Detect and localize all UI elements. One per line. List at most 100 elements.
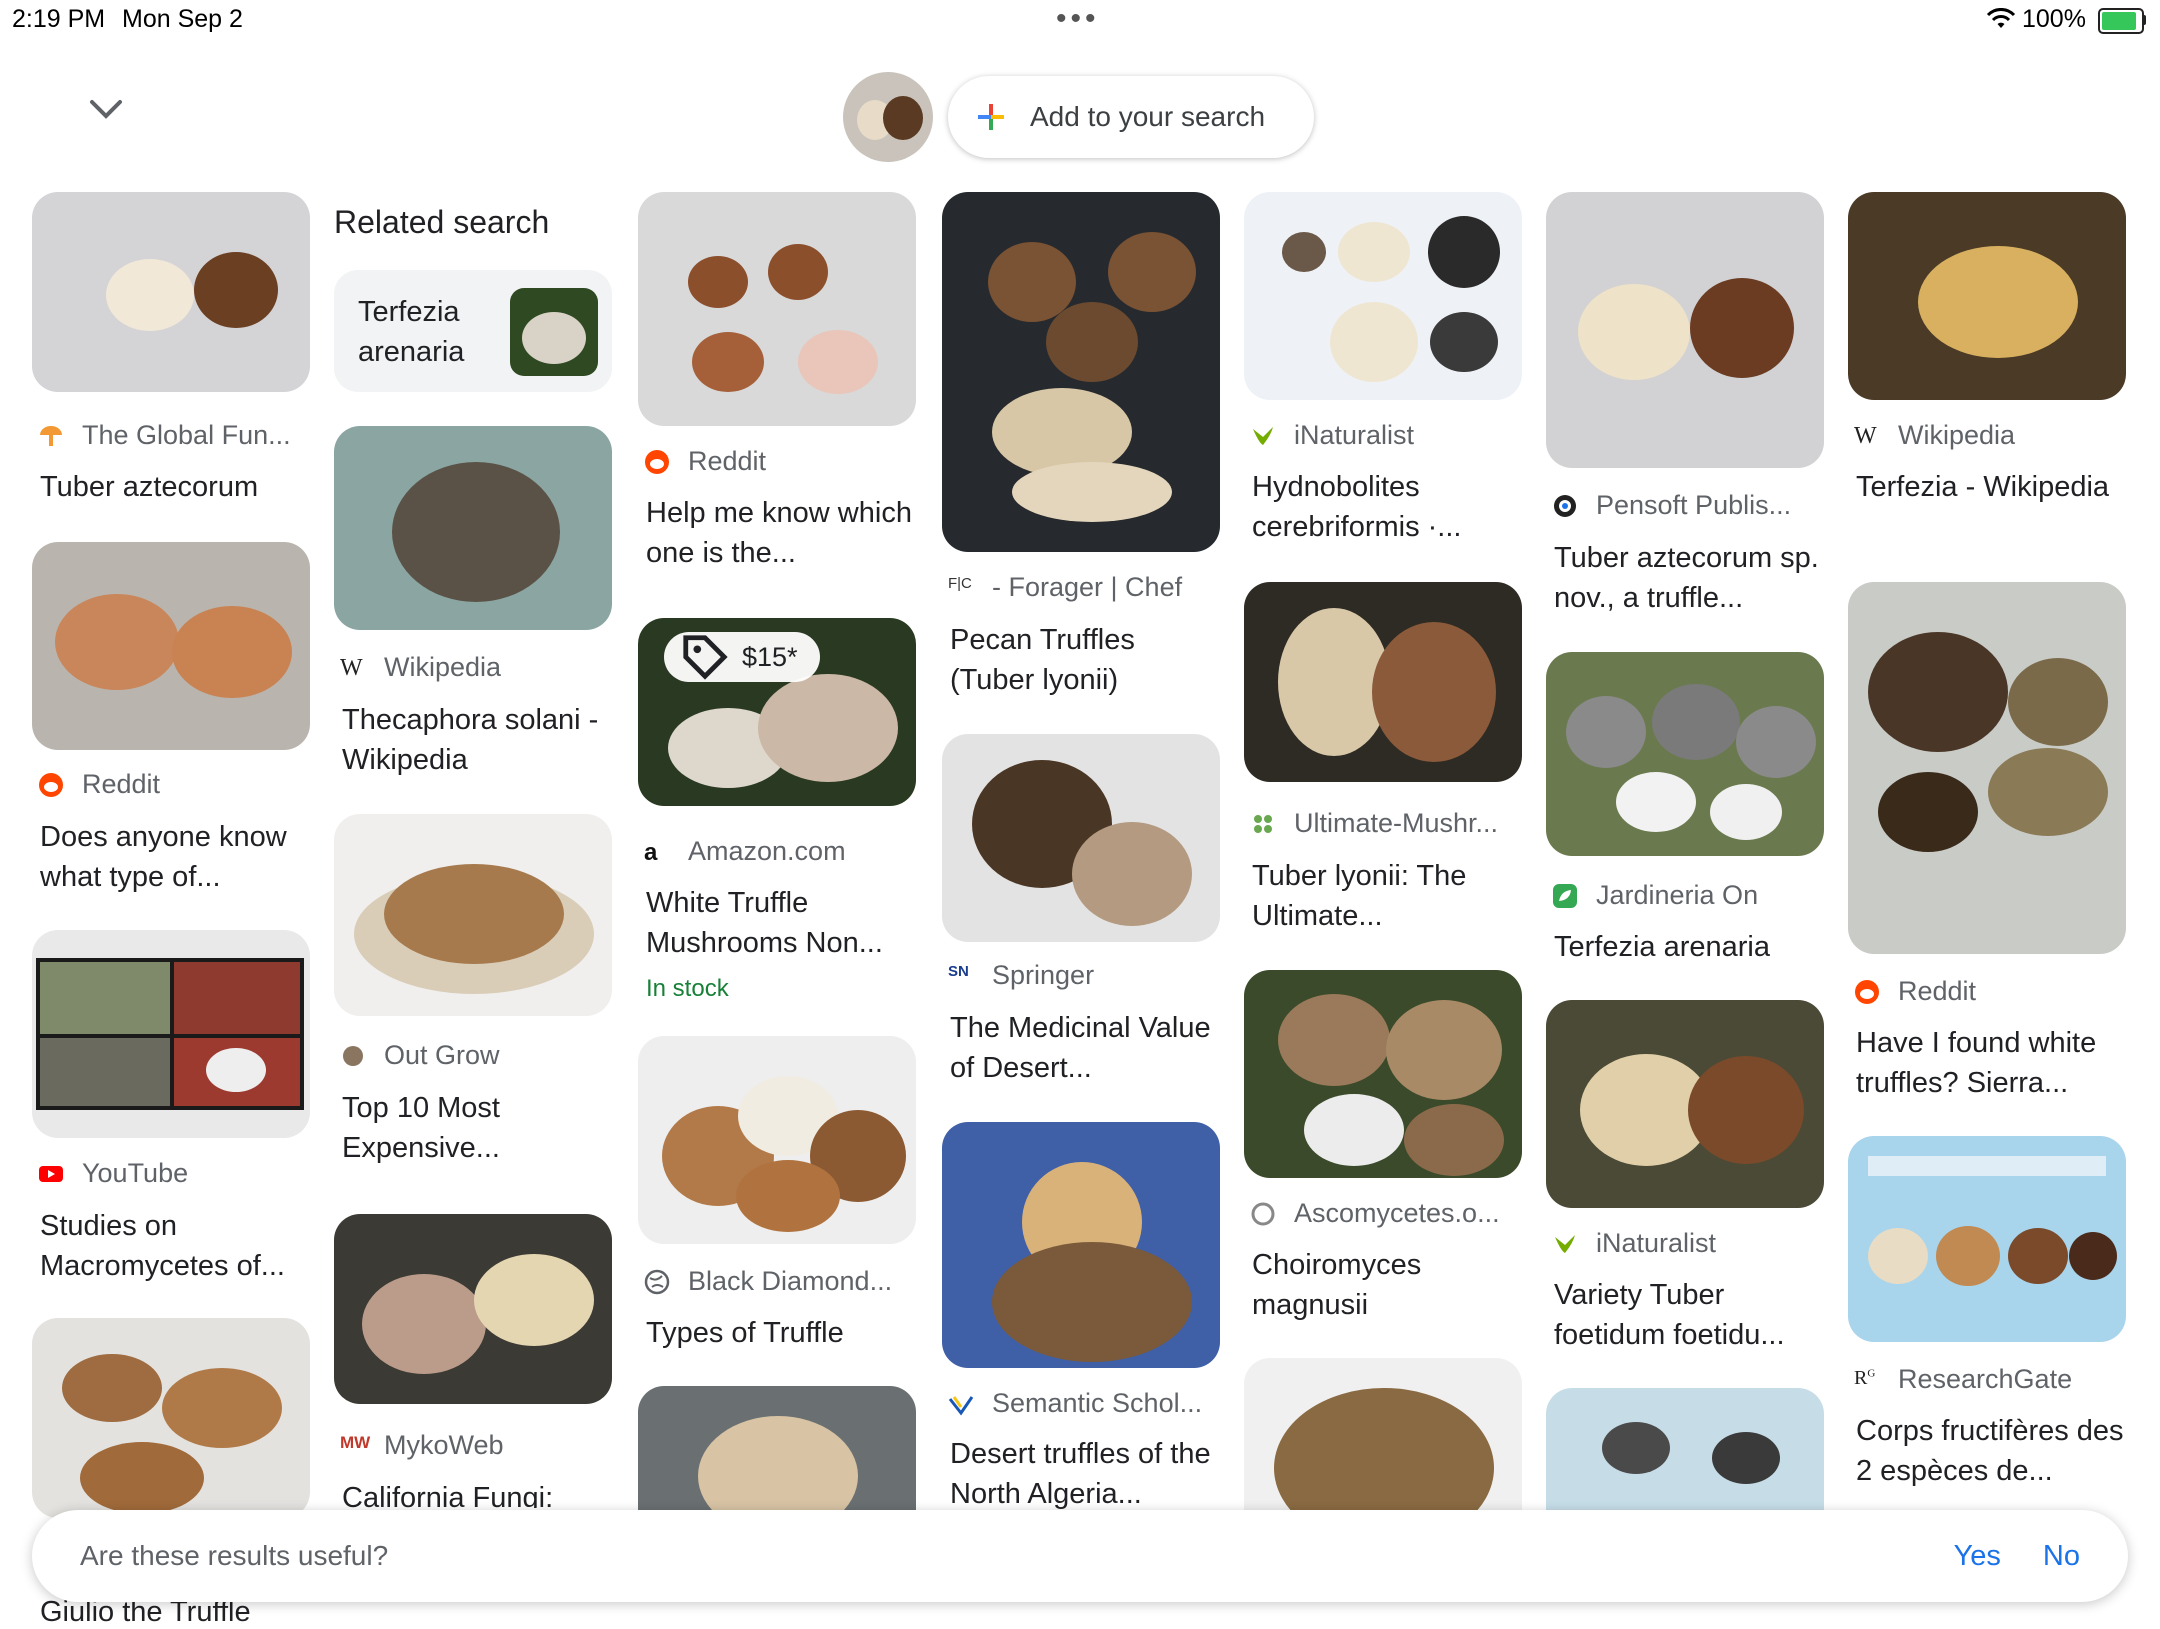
- amazon-icon: a: [644, 838, 658, 866]
- result-title[interactable]: Types of Truffle: [646, 1313, 916, 1353]
- result-source[interactable]: SN Springer: [948, 960, 1094, 991]
- result-image[interactable]: [1848, 1136, 2126, 1342]
- result-image[interactable]: [334, 426, 612, 630]
- result-image[interactable]: [1244, 582, 1522, 782]
- result-source[interactable]: Reddit: [38, 769, 160, 800]
- feedback-no-button[interactable]: No: [2043, 1540, 2080, 1573]
- multitask-dots[interactable]: •••: [1056, 2, 1100, 36]
- result-title[interactable]: Tuber lyonii: The Ultimate...: [1252, 856, 1522, 936]
- result-image[interactable]: [1244, 970, 1522, 1178]
- result-title[interactable]: Does anyone know what type of...: [40, 817, 310, 897]
- result-image[interactable]: [942, 734, 1220, 942]
- related-search-chip[interactable]: Terfezia arenaria: [334, 270, 612, 392]
- result-image[interactable]: [1244, 192, 1522, 400]
- related-search-heading: Related search: [334, 204, 550, 240]
- springer-icon: SN: [948, 962, 969, 980]
- result-source[interactable]: Ascomycetes.o...: [1250, 1198, 1500, 1229]
- result-source[interactable]: a Amazon.com: [644, 836, 846, 867]
- result-image[interactable]: [32, 542, 310, 750]
- mushroom-favicon-icon: [40, 425, 62, 446]
- result-image[interactable]: [1546, 1388, 1824, 1510]
- plus-icon: [978, 104, 1004, 130]
- feedback-bar: Are these results useful? Yes No: [32, 1510, 2128, 1602]
- result-title[interactable]: Pecan Truffles (Tuber lyonii): [950, 620, 1220, 700]
- result-title[interactable]: Tuber aztecorum: [40, 467, 310, 507]
- result-source[interactable]: Out Grow: [340, 1040, 500, 1071]
- result-title[interactable]: Desert truffles of the North Algeria...: [950, 1434, 1220, 1510]
- result-title[interactable]: Terfezia arenaria: [1554, 927, 1824, 967]
- youtube-icon: [39, 1165, 63, 1182]
- feedback-question: Are these results useful?: [80, 1540, 389, 1571]
- result-title[interactable]: California Fungi:: [342, 1478, 612, 1508]
- result-source[interactable]: iNaturalist: [1250, 420, 1414, 451]
- result-source[interactable]: Reddit: [1854, 976, 1976, 1007]
- semantic-scholar-icon: [948, 1395, 974, 1416]
- leaf-icon: [1553, 883, 1577, 908]
- result-title[interactable]: Corps fructifères des 2 espèces de...: [1856, 1411, 2126, 1491]
- result-source[interactable]: The Global Fun...: [38, 420, 291, 451]
- chevron-down-icon[interactable]: [88, 92, 124, 128]
- result-image[interactable]: [334, 1214, 612, 1404]
- battery-icon: [2098, 8, 2144, 34]
- result-title[interactable]: Have I found white truffles? Sierra...: [1856, 1023, 2126, 1103]
- result-source[interactable]: Pensoft Publis...: [1552, 490, 1791, 521]
- result-image[interactable]: [1546, 1000, 1824, 1208]
- result-title[interactable]: Terfezia - Wikipedia: [1856, 467, 2126, 507]
- add-to-search-button[interactable]: Add to your search: [948, 76, 1314, 158]
- result-image[interactable]: [942, 192, 1220, 552]
- result-image[interactable]: [32, 930, 310, 1138]
- wikipedia-icon: W: [1854, 422, 1877, 449]
- result-image[interactable]: [32, 192, 310, 392]
- reddit-icon: [645, 449, 669, 474]
- result-source[interactable]: W Wikipedia: [1854, 420, 2015, 451]
- result-image[interactable]: [1546, 652, 1824, 856]
- ultimate-mushroom-icon: [1254, 814, 1272, 833]
- result-title[interactable]: Choiromyces magnusii: [1252, 1245, 1522, 1325]
- result-title[interactable]: Tuber aztecorum sp. nov., a truffle...: [1554, 538, 1824, 618]
- wikipedia-icon: W: [340, 654, 363, 681]
- result-title[interactable]: Studies on Macromycetes of...: [40, 1206, 310, 1286]
- result-image[interactable]: [1848, 582, 2126, 954]
- result-image[interactable]: [32, 1318, 310, 1518]
- inaturalist-icon: [1555, 1234, 1575, 1253]
- status-date: Mon Sep 2: [122, 5, 243, 33]
- status-time: 2:19 PM: [12, 5, 106, 33]
- forager-chef-icon: F|C: [948, 574, 972, 592]
- price-badge: $15*: [664, 632, 820, 682]
- result-title[interactable]: Variety Tuber foetidum foetidu...: [1554, 1275, 1824, 1355]
- add-to-search-label: Add to your search: [1030, 101, 1266, 132]
- result-image[interactable]: [638, 1386, 916, 1510]
- result-source[interactable]: Jardineria On: [1552, 880, 1758, 911]
- result-title[interactable]: White Truffle Mushrooms Non...: [646, 883, 916, 963]
- result-image[interactable]: [638, 1036, 916, 1244]
- result-source[interactable]: YouTube: [38, 1158, 188, 1189]
- result-source[interactable]: Semantic Schol...: [948, 1388, 1202, 1419]
- result-image[interactable]: [638, 192, 916, 426]
- result-source[interactable]: F|C - Forager | Chef: [948, 572, 1182, 603]
- result-image[interactable]: [1546, 192, 1824, 468]
- result-image[interactable]: $15*: [638, 618, 916, 806]
- search-image-thumbnail[interactable]: [843, 72, 933, 162]
- globe-icon: [644, 1269, 670, 1294]
- result-source[interactable]: Black Diamond...: [644, 1266, 892, 1297]
- stock-status: In stock: [646, 975, 729, 1002]
- result-source[interactable]: RG ResearchGate: [1854, 1364, 2072, 1395]
- outgrow-icon: [343, 1045, 363, 1066]
- result-title[interactable]: The Medicinal Value of Desert...: [950, 1008, 1220, 1088]
- tag-icon: [683, 635, 728, 680]
- result-title[interactable]: Hydnobolites cerebriformis ·...: [1252, 467, 1522, 547]
- result-image[interactable]: [334, 814, 612, 1016]
- result-title[interactable]: Help me know which one is the...: [646, 493, 916, 573]
- result-image[interactable]: [1848, 192, 2126, 400]
- result-title[interactable]: Top 10 Most Expensive...: [342, 1088, 612, 1168]
- result-image[interactable]: [942, 1122, 1220, 1368]
- result-source[interactable]: Ultimate-Mushr...: [1250, 808, 1498, 839]
- result-source[interactable]: W Wikipedia: [340, 652, 501, 683]
- result-title[interactable]: Thecaphora solani - Wikipedia: [342, 700, 612, 780]
- result-image[interactable]: [1244, 1358, 1522, 1510]
- battery-cap: [2142, 15, 2146, 25]
- feedback-yes-button[interactable]: Yes: [1954, 1540, 2001, 1573]
- result-source[interactable]: MW MykoWeb: [340, 1430, 504, 1461]
- result-source[interactable]: Reddit: [644, 446, 766, 477]
- result-source[interactable]: iNaturalist: [1552, 1228, 1716, 1259]
